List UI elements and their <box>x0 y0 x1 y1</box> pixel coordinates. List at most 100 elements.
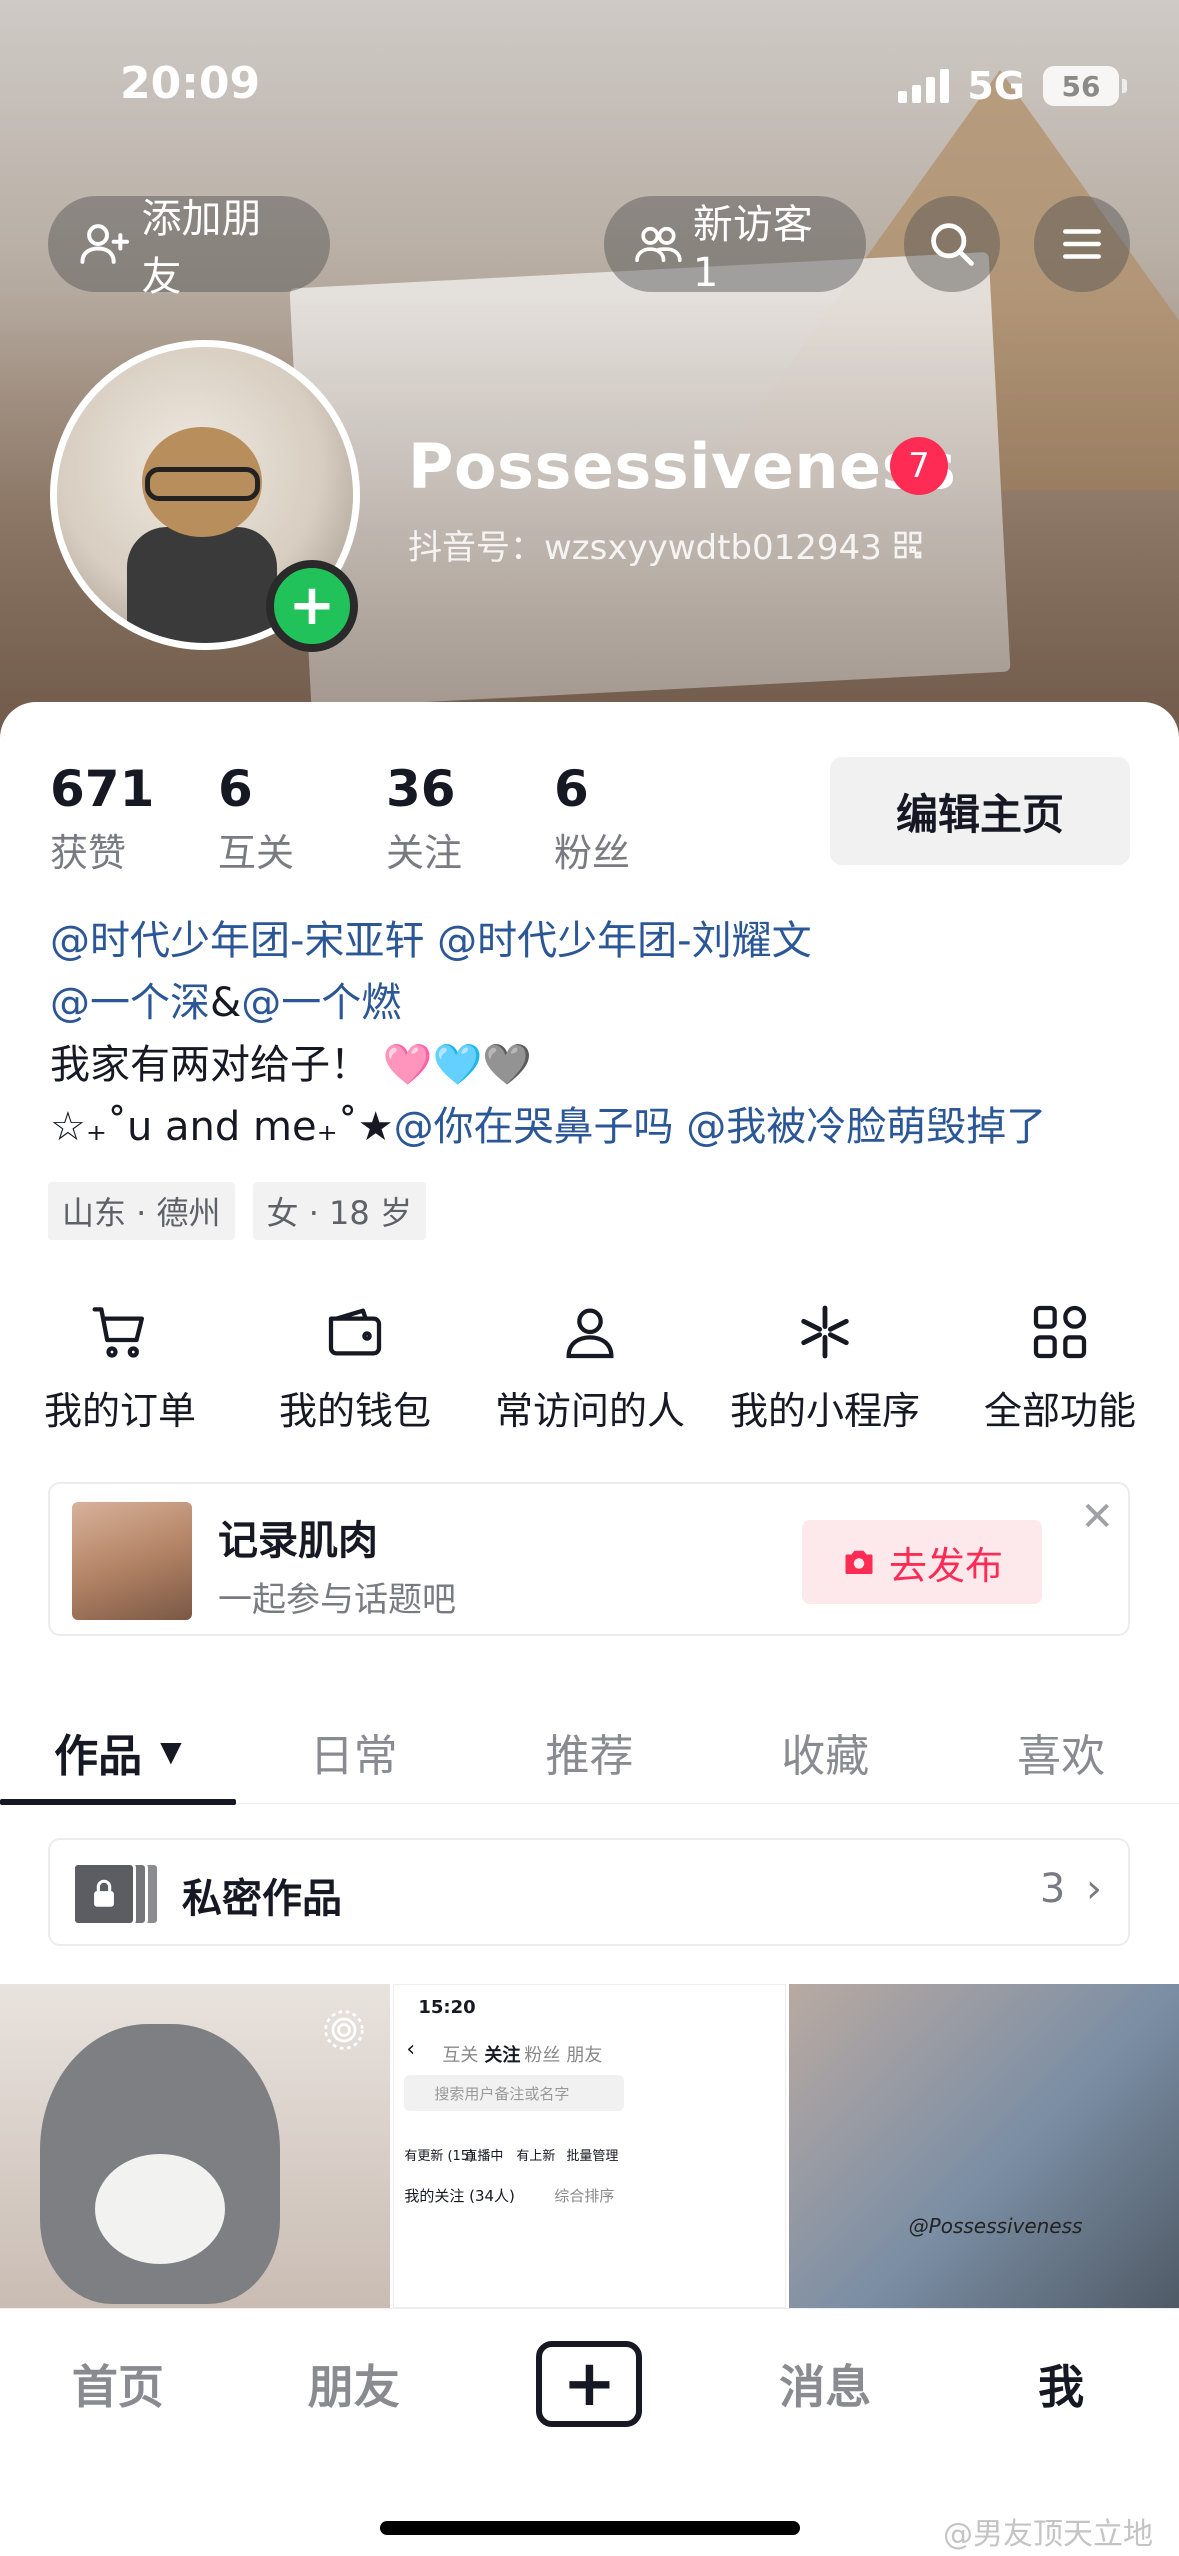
tab-likes[interactable]: 喜欢 <box>943 1700 1179 1803</box>
mention-link[interactable]: @我被冷脸萌毁掉了 <box>686 1104 1046 1150</box>
nav-bar: 首页 朋友 + 消息 我 <box>0 2309 1179 2459</box>
all-functions-button[interactable]: 全部功能 <box>960 1300 1160 1435</box>
mini-time: 15:20 <box>418 1997 476 2018</box>
wallet-icon <box>328 1308 382 1356</box>
mini-tab: 关注 <box>484 2045 521 2066</box>
mention-link[interactable]: @一个燃 <box>241 980 401 1026</box>
person-icon <box>566 1308 614 1359</box>
menu-icon <box>1063 229 1101 259</box>
profile-name: Possessiveness <box>408 430 957 503</box>
topic-promo-card[interactable]: 记录肌肉 一起参与话题吧 去发布 ✕ <box>48 1482 1130 1636</box>
private-works-label: 私密作品 <box>182 1876 342 1922</box>
mini-search-text: 搜索用户备注或名字 <box>434 2085 570 2103</box>
mention-link[interactable]: @时代少年团-刘耀文 <box>437 918 811 964</box>
stat-followers[interactable]: 6 粉丝 <box>554 760 722 877</box>
menu-button[interactable] <box>1034 196 1130 292</box>
add-story-button[interactable]: + <box>266 560 358 652</box>
status-time: 20:09 <box>120 58 261 109</box>
network-label: 5G <box>967 64 1025 108</box>
douyin-id[interactable]: 抖音号：wzsxyywdtb012943 <box>408 520 924 569</box>
mention-link[interactable]: @你在哭鼻子吗 <box>394 1104 674 1150</box>
mini-sort: 综合排序 <box>554 2187 615 2205</box>
apps-icon <box>1033 1305 1087 1359</box>
promo-title: 记录肌肉 <box>218 1518 378 1564</box>
tab-daily[interactable]: 日常 <box>236 1700 472 1803</box>
battery-level: 56 <box>1061 69 1101 103</box>
func-label: 全部功能 <box>983 1389 1136 1433</box>
mini-tab: 粉丝 <box>524 2045 561 2066</box>
bio-text: ☆₊˚u and me₊˚★ <box>50 1104 394 1150</box>
mini-search-box: 搜索用户备注或名字 <box>404 2075 625 2111</box>
location-tag: 山东 · 德州 <box>48 1182 235 1240</box>
tab-favorites[interactable]: 收藏 <box>707 1700 943 1803</box>
stat-value: 6 <box>218 760 253 818</box>
bio: @时代少年团-宋亚轩 @时代少年团-刘耀文 @一个深&@一个燃 我家有两对给子！… <box>50 910 1046 1158</box>
plush-face-shape <box>95 2154 225 2264</box>
work-thumbnail[interactable]: @Possessiveness <box>788 1984 1179 2308</box>
nav-messages[interactable]: 消息 <box>707 2351 943 2417</box>
stats-row: 671 获赞 6 互关 36 关注 6 粉丝 <box>50 760 722 877</box>
add-friend-button[interactable]: 添加朋友 <box>48 196 330 300</box>
stat-value: 36 <box>386 760 456 818</box>
my-wallet-button[interactable]: 我的钱包 <box>255 1300 455 1435</box>
lock-icon <box>94 1879 114 1907</box>
my-orders-button[interactable]: 我的订单 <box>20 1300 220 1435</box>
bottom-navigation: 首页 朋友 + 消息 我 @男友顶天立地 <box>0 2308 1179 2556</box>
search-button[interactable] <box>904 196 1000 292</box>
add-user-icon <box>80 224 130 264</box>
edit-profile-button[interactable]: 编辑主页 <box>830 757 1130 865</box>
mention-link[interactable]: @时代少年团-宋亚轩 <box>50 918 424 964</box>
mini-action: 有上新 <box>516 2149 556 2164</box>
mini-programs-button[interactable]: 我的小程序 <box>725 1300 925 1435</box>
promo-subtitle: 一起参与话题吧 <box>218 1580 456 1620</box>
bio-line: @时代少年团-宋亚轩 @时代少年团-刘耀文 <box>50 910 1046 972</box>
stat-label: 获赞 <box>50 831 127 875</box>
chevron-right-icon: › <box>1086 1866 1102 1912</box>
mini-action: 直播中 <box>464 2149 504 2164</box>
gender-age-tag: 女 · 18 岁 <box>252 1182 426 1240</box>
publish-button[interactable]: 去发布 <box>802 1520 1042 1604</box>
content-tabs: 作品 ▼ 日常 推荐 收藏 喜欢 <box>0 1700 1179 1805</box>
nav-create[interactable]: + <box>472 2341 708 2427</box>
stat-likes[interactable]: 671 获赞 <box>50 760 218 877</box>
stat-label: 粉丝 <box>554 831 631 875</box>
nav-me[interactable]: 我 <box>943 2351 1179 2417</box>
function-shortcuts: 我的订单 我的钱包 常访问的人 我的小程序 全部功能 <box>20 1300 1160 1435</box>
works-grid: 15:20 ‹ 互关 关注 粉丝 朋友 搜索用户备注或名字 有更新 (15) 直… <box>0 1984 1179 2308</box>
nav-home[interactable]: 首页 <box>0 2351 236 2417</box>
notification-badge[interactable]: 7 <box>890 437 948 495</box>
stat-mutual[interactable]: 6 互关 <box>218 760 386 877</box>
func-label: 我的小程序 <box>729 1389 920 1433</box>
status-bar: 20:09 5G 56 <box>0 58 1179 118</box>
watermark: @男友顶天立地 <box>943 2517 1153 2552</box>
photo-caption: @Possessiveness <box>908 2214 1083 2238</box>
func-label: 我的钱包 <box>278 1389 431 1433</box>
camera-icon <box>845 1550 873 1574</box>
tab-works[interactable]: 作品 ▼ <box>0 1700 236 1805</box>
profile-tags: 山东 · 德州 女 · 18 岁 <box>48 1182 426 1240</box>
create-plus-icon: + <box>536 2341 643 2427</box>
bio-line: 我家有两对给子！ 🩷🩵🩶 <box>50 1042 533 1088</box>
mini-tab: 朋友 <box>566 2045 603 2066</box>
work-thumbnail[interactable]: 15:20 ‹ 互关 关注 粉丝 朋友 搜索用户备注或名字 有更新 (15) 直… <box>393 1984 786 2308</box>
new-visitors-button[interactable]: 新访客 1 <box>604 196 866 296</box>
bio-line: @一个深&@一个燃 <box>50 972 1046 1034</box>
bio-line: ☆₊˚u and me₊˚★@你在哭鼻子吗 @我被冷脸萌毁掉了 <box>50 1096 1046 1158</box>
frequent-visitors-button[interactable]: 常访问的人 <box>490 1300 690 1435</box>
private-works-row[interactable]: 私密作品 3 › <box>48 1838 1130 1946</box>
nav-friends[interactable]: 朋友 <box>236 2351 472 2417</box>
add-friend-label: 添加朋友 <box>141 196 262 300</box>
cart-icon <box>92 1307 144 1358</box>
stat-following[interactable]: 36 关注 <box>386 760 554 877</box>
mention-link[interactable]: @一个深 <box>50 980 210 1026</box>
tab-label: 作品 <box>54 1730 143 1782</box>
work-thumbnail[interactable] <box>0 1984 391 2308</box>
close-icon[interactable]: ✕ <box>1080 1494 1114 1540</box>
mini-back-icon: ‹ <box>406 2037 416 2062</box>
visitors-icon <box>635 226 682 263</box>
mini-action: 批量管理 <box>566 2149 619 2164</box>
tab-recommend[interactable]: 推荐 <box>472 1700 708 1803</box>
plus-icon: + <box>288 573 336 638</box>
home-indicator <box>380 2521 800 2535</box>
mini-tab: 互关 <box>442 2045 479 2066</box>
